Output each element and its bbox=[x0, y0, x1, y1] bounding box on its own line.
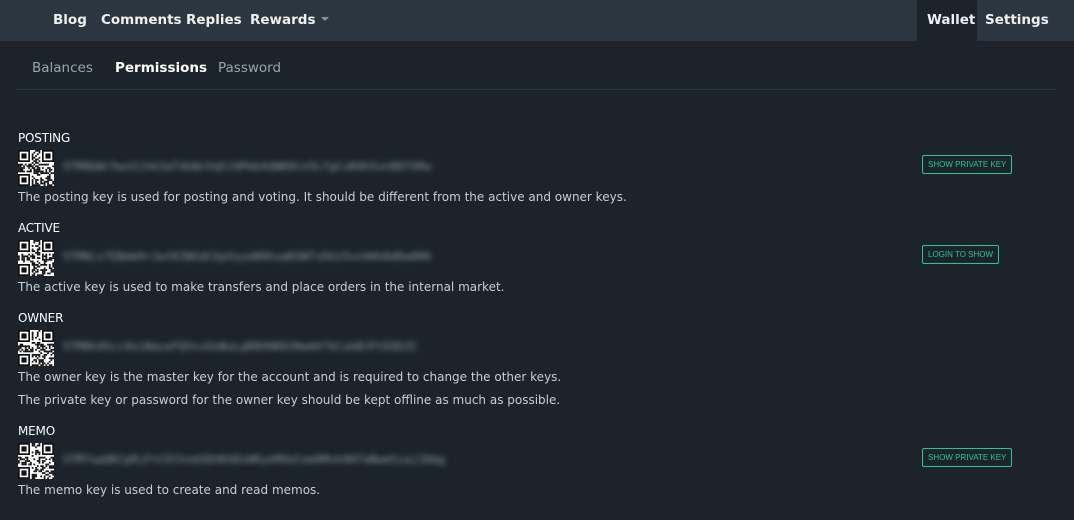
owner-public-key: STM8h4Scc4oiNazeFQVvvUnBuLgR8VHKD3HwmV7k… bbox=[63, 340, 418, 353]
tab-password[interactable]: Password bbox=[218, 41, 281, 89]
tab-permissions[interactable]: Permissions bbox=[115, 41, 207, 89]
nav-replies[interactable]: Replies bbox=[186, 0, 242, 41]
posting-description: The posting key is used for posting and … bbox=[18, 190, 627, 204]
nav-rewards[interactable]: Rewards bbox=[250, 0, 329, 41]
memo-public-key: STM7xpQKCpRjFtCEChvmSDhKhDxHKyeMXeCom9Mv… bbox=[63, 453, 446, 466]
tab-balances[interactable]: Balances bbox=[32, 41, 93, 89]
chevron-down-icon bbox=[320, 17, 329, 21]
memo-show-private-key-button[interactable]: SHOW PRIVATE KEY bbox=[922, 448, 1013, 467]
memo-title: MEMO bbox=[18, 424, 55, 438]
qr-code-icon[interactable] bbox=[18, 443, 54, 479]
qr-code-icon[interactable] bbox=[18, 330, 54, 366]
active-description: The active key is used to make transfers… bbox=[18, 280, 505, 294]
nav-rewards-label: Rewards bbox=[250, 12, 316, 28]
posting-title: POSTING bbox=[18, 131, 71, 145]
active-login-to-show-button[interactable]: LOGIN TO SHOW bbox=[922, 245, 1000, 264]
nav-wallet[interactable]: Wallet bbox=[927, 0, 975, 41]
top-nav: Blog Comments Replies Rewards Wallet Set… bbox=[0, 0, 1074, 41]
owner-title: OWNER bbox=[18, 311, 64, 325]
posting-show-private-key-button[interactable]: SHOW PRIVATE KEY bbox=[922, 155, 1013, 174]
active-title: ACTIVE bbox=[18, 221, 60, 235]
active-public-key: STM6Ls7EBdm9rJwtKZWSdCkpVyyeN9huaKSW7sDU… bbox=[63, 250, 432, 263]
memo-description: The memo key is used to create and read … bbox=[18, 483, 321, 497]
nav-comments[interactable]: Comments bbox=[101, 0, 182, 41]
qr-code-icon[interactable] bbox=[18, 150, 54, 186]
nav-settings[interactable]: Settings bbox=[985, 0, 1049, 41]
owner-description-offline: The private key or password for the owne… bbox=[18, 393, 561, 407]
nav-blog[interactable]: Blog bbox=[53, 0, 87, 41]
wallet-subnav: Balances Permissions Password bbox=[16, 41, 1056, 90]
posting-public-key: STM8bWr5wn2jhk3aT4kWcVq5J4Pmk4dWK6Cn5Lfg… bbox=[63, 160, 432, 173]
qr-code-icon[interactable] bbox=[18, 240, 54, 276]
owner-description: The owner key is the master key for the … bbox=[18, 370, 562, 384]
